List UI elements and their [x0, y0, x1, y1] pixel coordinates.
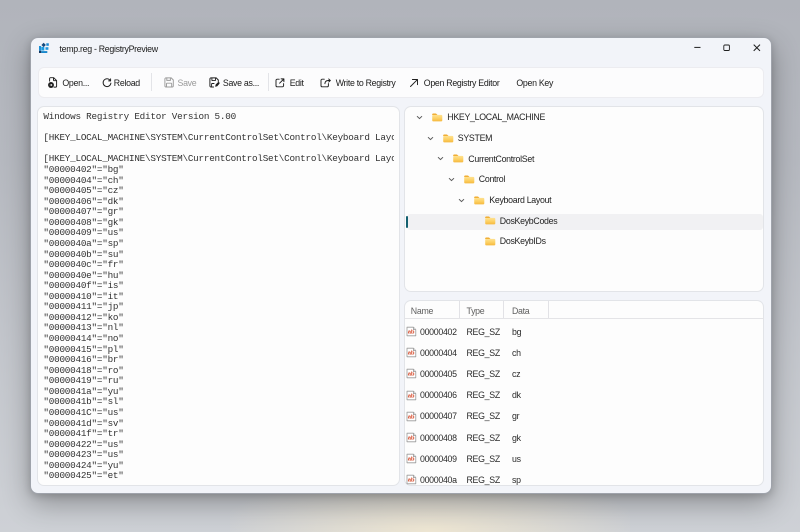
svg-text:ab: ab	[408, 478, 415, 484]
svg-text:ab: ab	[408, 329, 415, 335]
svg-text:ab: ab	[408, 414, 415, 420]
svg-text:ab: ab	[408, 351, 415, 357]
svg-text:ab: ab	[408, 435, 415, 441]
svg-text:ab: ab	[408, 372, 415, 378]
svg-text:ab: ab	[408, 457, 415, 463]
svg-text:ab: ab	[408, 393, 415, 399]
